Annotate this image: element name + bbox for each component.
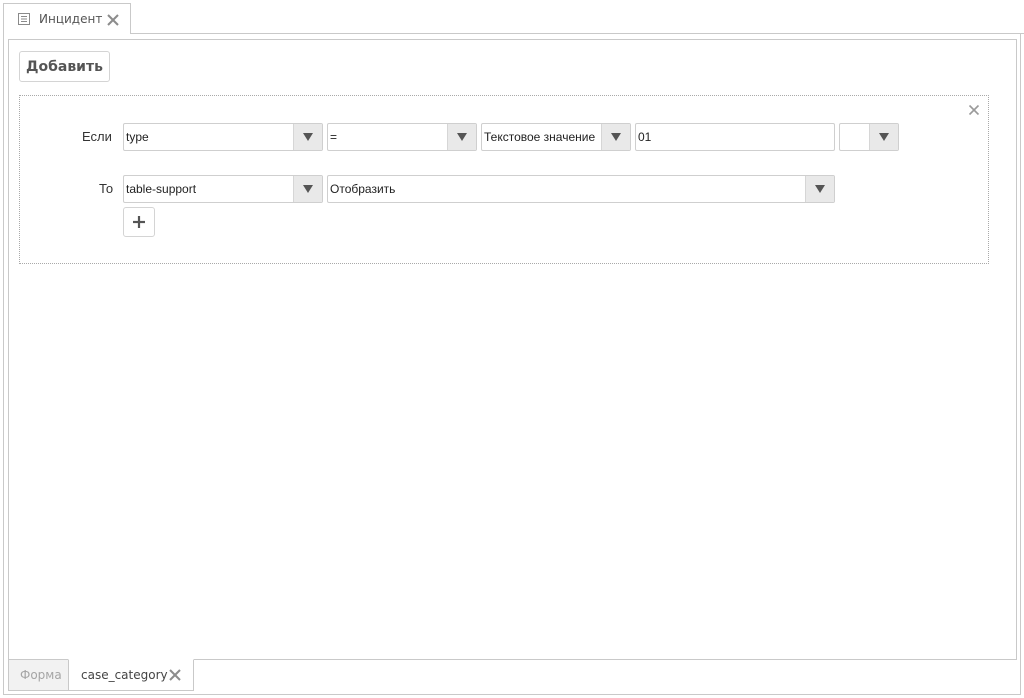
- action-target-value: table-support: [126, 182, 197, 196]
- condition-value-type-value: Текстовое значение: [484, 130, 596, 144]
- chevron-down-icon[interactable]: [869, 124, 898, 150]
- document-icon: [17, 11, 31, 25]
- tab-form-label: Форма: [20, 668, 62, 682]
- tab-incident-label: Инцидент: [39, 12, 103, 26]
- add-action-button[interactable]: [123, 207, 155, 237]
- condition-operator-select[interactable]: =: [327, 123, 477, 151]
- condition-operator-value: =: [330, 130, 338, 144]
- chevron-down-icon[interactable]: [805, 176, 834, 202]
- then-label: То: [99, 181, 114, 196]
- remove-rule-icon[interactable]: [967, 102, 981, 116]
- close-icon[interactable]: [168, 668, 182, 682]
- chevron-down-icon[interactable]: [293, 124, 322, 150]
- action-target-select[interactable]: table-support: [123, 175, 323, 203]
- condition-extra-select[interactable]: [839, 123, 899, 151]
- condition-value-type-select[interactable]: Текстовое значение: [481, 123, 631, 151]
- chevron-down-icon[interactable]: [293, 176, 322, 202]
- close-icon[interactable]: [106, 12, 120, 26]
- condition-field-select[interactable]: type: [123, 123, 323, 151]
- action-operation-select[interactable]: Отобразить: [327, 175, 835, 203]
- tab-incident[interactable]: Инцидент: [3, 3, 131, 34]
- action-operation-value: Отобразить: [330, 182, 396, 196]
- tab-form[interactable]: Форма: [8, 659, 69, 691]
- chevron-down-icon[interactable]: [601, 124, 630, 150]
- add-rule-button[interactable]: Добавить: [19, 51, 110, 82]
- condition-value-input[interactable]: [635, 123, 835, 151]
- tab-case-category[interactable]: case_category: [68, 659, 194, 691]
- if-label: Если: [82, 129, 112, 144]
- chevron-down-icon[interactable]: [447, 124, 476, 150]
- tab-case-category-label: case_category: [81, 668, 168, 682]
- condition-field-value: type: [126, 130, 149, 144]
- plus-icon: [133, 216, 145, 228]
